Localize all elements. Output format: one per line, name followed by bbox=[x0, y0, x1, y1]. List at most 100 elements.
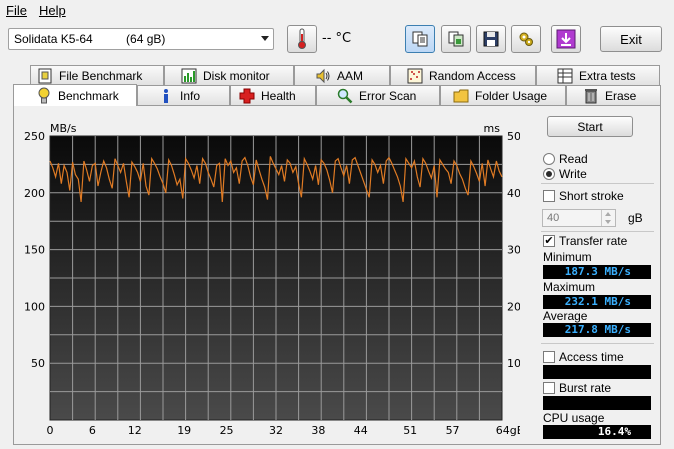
y-left-tick-label: 250 bbox=[24, 130, 45, 143]
tab-disk-monitor[interactable]: Disk monitor bbox=[164, 65, 294, 85]
maximum-value: 232.1 MB/s bbox=[543, 295, 651, 309]
y-right-tick-label: 30 bbox=[507, 244, 520, 257]
write-radio[interactable]: Write bbox=[543, 167, 587, 181]
burst-rate-checkbox[interactable]: Burst rate bbox=[543, 381, 611, 395]
maximum-label: Maximum bbox=[543, 280, 596, 294]
copy-image-icon bbox=[448, 31, 464, 47]
write-radio-dot bbox=[543, 168, 555, 180]
menu-help[interactable]: Help bbox=[33, 3, 72, 18]
y-right-tick-label: 10 bbox=[507, 357, 520, 370]
divider bbox=[541, 343, 654, 344]
tab-health[interactable]: Health bbox=[230, 85, 316, 105]
thermometer-icon bbox=[298, 28, 306, 49]
tab-aam[interactable]: AAM bbox=[294, 65, 390, 85]
write-radio-label: Write bbox=[559, 167, 587, 181]
health-cross-icon bbox=[239, 88, 255, 104]
y-right-tick-label: 20 bbox=[507, 300, 520, 313]
x-tick-label: 57 bbox=[446, 424, 460, 437]
tab-folder-usage[interactable]: Folder Usage bbox=[440, 85, 566, 105]
minimum-label: Minimum bbox=[543, 250, 592, 264]
menu-file-label: File bbox=[6, 2, 27, 18]
tab-error-scan[interactable]: Error Scan bbox=[316, 85, 440, 105]
magnifier-icon bbox=[337, 88, 353, 104]
chevron-down-icon bbox=[261, 36, 269, 41]
menu-file[interactable]: File bbox=[0, 3, 33, 18]
download-arrow-icon bbox=[556, 29, 576, 49]
burst-rate-box bbox=[543, 382, 555, 394]
access-time-label: Access time bbox=[559, 350, 624, 364]
tab-random-access[interactable]: Random Access bbox=[390, 65, 536, 85]
lightbulb-icon bbox=[36, 87, 52, 104]
x-tick-label: 32 bbox=[269, 424, 283, 437]
y-left-tick-label: 50 bbox=[31, 357, 45, 370]
y-left-tick-label: 200 bbox=[24, 187, 45, 200]
access-time-box bbox=[543, 351, 555, 363]
tab-erase-label: Erase bbox=[605, 88, 637, 103]
folder-icon bbox=[453, 88, 469, 104]
copy-image-button[interactable] bbox=[441, 25, 471, 53]
disk-monitor-icon bbox=[181, 68, 197, 84]
divider bbox=[541, 183, 654, 184]
tab-file-benchmark-label: File Benchmark bbox=[59, 68, 143, 83]
average-value: 217.8 MB/s bbox=[543, 323, 651, 337]
cpu-usage-value: 16.4% bbox=[543, 425, 651, 439]
floppy-disk-icon bbox=[483, 31, 499, 47]
gears-icon bbox=[519, 32, 533, 46]
download-update-button[interactable] bbox=[551, 25, 581, 53]
y-left-axis-label: MB/s bbox=[50, 122, 77, 135]
options-button[interactable] bbox=[511, 25, 541, 53]
copy-text-button[interactable] bbox=[405, 25, 435, 53]
tab-error-scan-label: Error Scan bbox=[359, 88, 417, 103]
y-right-tick-label: 50 bbox=[507, 130, 520, 143]
x-tick-label: 0 bbox=[47, 424, 54, 437]
chart-grid bbox=[50, 136, 502, 420]
tab-erase[interactable]: Erase bbox=[566, 85, 661, 105]
x-tick-label: 6 bbox=[89, 424, 96, 437]
tab-file-benchmark[interactable]: File Benchmark bbox=[30, 65, 164, 85]
tab-random-access-label: Random Access bbox=[429, 68, 516, 83]
short-stroke-checkbox[interactable]: Short stroke bbox=[543, 189, 624, 203]
average-label: Average bbox=[543, 309, 588, 323]
x-tick-label: 38 bbox=[311, 424, 325, 437]
exit-button[interactable]: Exit bbox=[600, 26, 662, 52]
file-benchmark-icon bbox=[37, 68, 53, 84]
trash-icon bbox=[583, 88, 599, 104]
read-radio[interactable]: Read bbox=[543, 152, 588, 166]
menu-help-label: Help bbox=[38, 2, 66, 18]
tab-info-label: Info bbox=[180, 88, 201, 103]
tab-benchmark[interactable]: Benchmark bbox=[13, 84, 137, 106]
transfer-rate-checkbox[interactable]: ✔ Transfer rate bbox=[543, 234, 627, 248]
tab-extra-tests-label: Extra tests bbox=[579, 68, 636, 83]
y-left-tick-label: 150 bbox=[24, 244, 45, 257]
copy-icon bbox=[412, 31, 428, 47]
tab-folder-usage-label: Folder Usage bbox=[475, 88, 548, 103]
short-stroke-size-input[interactable]: 40 bbox=[542, 209, 616, 227]
tab-disk-monitor-label: Disk monitor bbox=[203, 68, 270, 83]
short-stroke-box bbox=[543, 190, 555, 202]
x-tick-label: 12 bbox=[128, 424, 142, 437]
x-tick-label: 44 bbox=[354, 424, 368, 437]
start-button[interactable]: Start bbox=[547, 116, 633, 137]
short-stroke-label: Short stroke bbox=[559, 189, 624, 203]
x-tick-label: 19 bbox=[177, 424, 191, 437]
x-tick-label: 51 bbox=[403, 424, 417, 437]
spinner-arrows-icon[interactable] bbox=[601, 210, 615, 226]
drive-select[interactable]: Solidata K5-64 (64 gB) bbox=[8, 28, 274, 50]
save-button[interactable] bbox=[476, 25, 506, 53]
tab-info[interactable]: Info bbox=[137, 85, 230, 105]
divider bbox=[541, 231, 654, 232]
tab-extra-tests[interactable]: Extra tests bbox=[536, 65, 660, 85]
info-icon bbox=[158, 88, 174, 104]
short-stroke-unit: gB bbox=[628, 211, 643, 225]
short-stroke-size-value: 40 bbox=[547, 212, 560, 224]
access-time-checkbox[interactable]: Access time bbox=[543, 350, 624, 364]
temperature-button[interactable] bbox=[287, 25, 317, 53]
temperature-readout: -- °C bbox=[322, 31, 352, 46]
extra-tests-icon bbox=[557, 68, 573, 84]
y-left-tick-label: 100 bbox=[24, 300, 45, 313]
x-tick-label: 25 bbox=[220, 424, 234, 437]
speaker-icon bbox=[315, 68, 331, 84]
tab-aam-label: AAM bbox=[337, 68, 364, 83]
y-right-axis-label: ms bbox=[484, 122, 501, 135]
menu-bar: File Help bbox=[0, 0, 674, 20]
